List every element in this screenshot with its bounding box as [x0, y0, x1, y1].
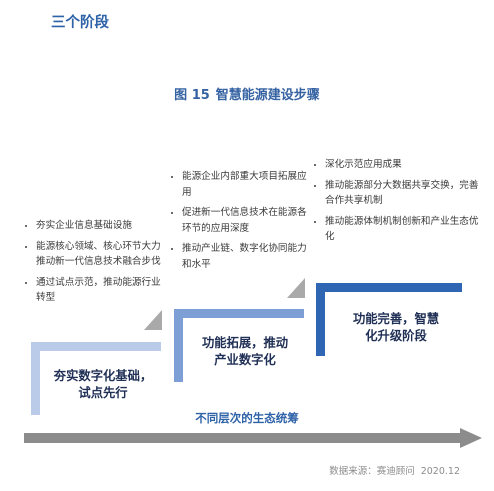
stage-3-step-top-bar — [316, 283, 462, 292]
stage-1-bullet: 能源核心领域、核心环节大力推动新一代信息技术融合步伐 — [36, 239, 166, 270]
stage-3-step-side-bar — [316, 283, 325, 356]
stage-1-label: 夯实数字化基础， 试点先行 — [45, 368, 161, 402]
section-title: 三个阶段 — [51, 15, 109, 31]
stage-1-label-line: 试点先行 — [78, 386, 128, 400]
stage-2-bullet-list: 能源企业内部重大项目拓展应用 促进新一代信息技术在能源各环节的应用深度 推动产业… — [170, 169, 314, 277]
stage-2-bullet: 促进新一代信息技术在能源各环节的应用深度 — [182, 205, 314, 236]
fold-corner-shape — [287, 278, 305, 298]
fold-corner-shape — [144, 310, 162, 330]
stage-3-label-line: 功能完善，智慧 — [352, 312, 440, 326]
figure-title: 图 15 智慧能源建设步骤 — [0, 84, 494, 103]
ecosystem-label: 不同层次的生态统筹 — [195, 411, 299, 425]
stage-2-label: 功能拓展，推动 产业数字化 — [186, 335, 304, 369]
stage-3-bullet: 深化示范应用成果 — [325, 157, 485, 173]
stage-2-label-line: 功能拓展，推动 — [201, 336, 289, 350]
figure-number: 图 15 — [174, 88, 210, 103]
stage-3-step: 功能完善，智慧 化升级阶段 — [316, 283, 462, 356]
stage-1-step: 夯实数字化基础， 试点先行 — [31, 342, 161, 415]
stage-3-label-line: 化升级阶段 — [365, 329, 427, 343]
stage-1-label-line: 夯实数字化基础， — [53, 369, 153, 383]
source-date: 2020.12 — [420, 466, 460, 477]
ecosystem-arrow — [24, 428, 482, 448]
stage-1-step-side-bar — [31, 342, 40, 415]
stage-2-bullet: 推动产业链、数字化协同能力和水平 — [182, 241, 314, 272]
stage-1-step-top-bar — [31, 342, 161, 351]
stage-3-label: 功能完善，智慧 化升级阶段 — [330, 311, 462, 345]
stage-3-bullet-list: 深化示范应用成果 推动能源部分大数据共享交换，完善合作共享机制 推动能源体制机制… — [313, 157, 485, 250]
stage-3-bullet: 推动能源部分大数据共享交换，完善合作共享机制 — [325, 178, 485, 209]
stage-2-bullet: 能源企业内部重大项目拓展应用 — [182, 169, 314, 200]
stage-1-bullet-list: 夯实企业信息基础设施 能源核心领域、核心环节大力推动新一代信息技术融合步伐 通过… — [24, 218, 166, 311]
figure-caption: 智慧能源建设步骤 — [215, 88, 320, 103]
stage-3-bullet: 推动能源体制机制创新和产业生态优化 — [325, 214, 485, 245]
stage-2-step-side-bar — [174, 309, 183, 382]
stage-1-bullet: 通过试点示范，推动能源行业转型 — [36, 275, 166, 306]
source-prefix: 数据来源：赛迪顾问 — [329, 466, 415, 477]
stage-1-bullet: 夯实企业信息基础设施 — [36, 218, 166, 234]
source-note: 数据来源：赛迪顾问 2020.12 — [329, 463, 460, 477]
stage-2-label-line: 产业数字化 — [214, 353, 276, 367]
stage-2-step: 功能拓展，推动 产业数字化 — [174, 309, 304, 382]
stage-2-step-top-bar — [174, 309, 304, 318]
